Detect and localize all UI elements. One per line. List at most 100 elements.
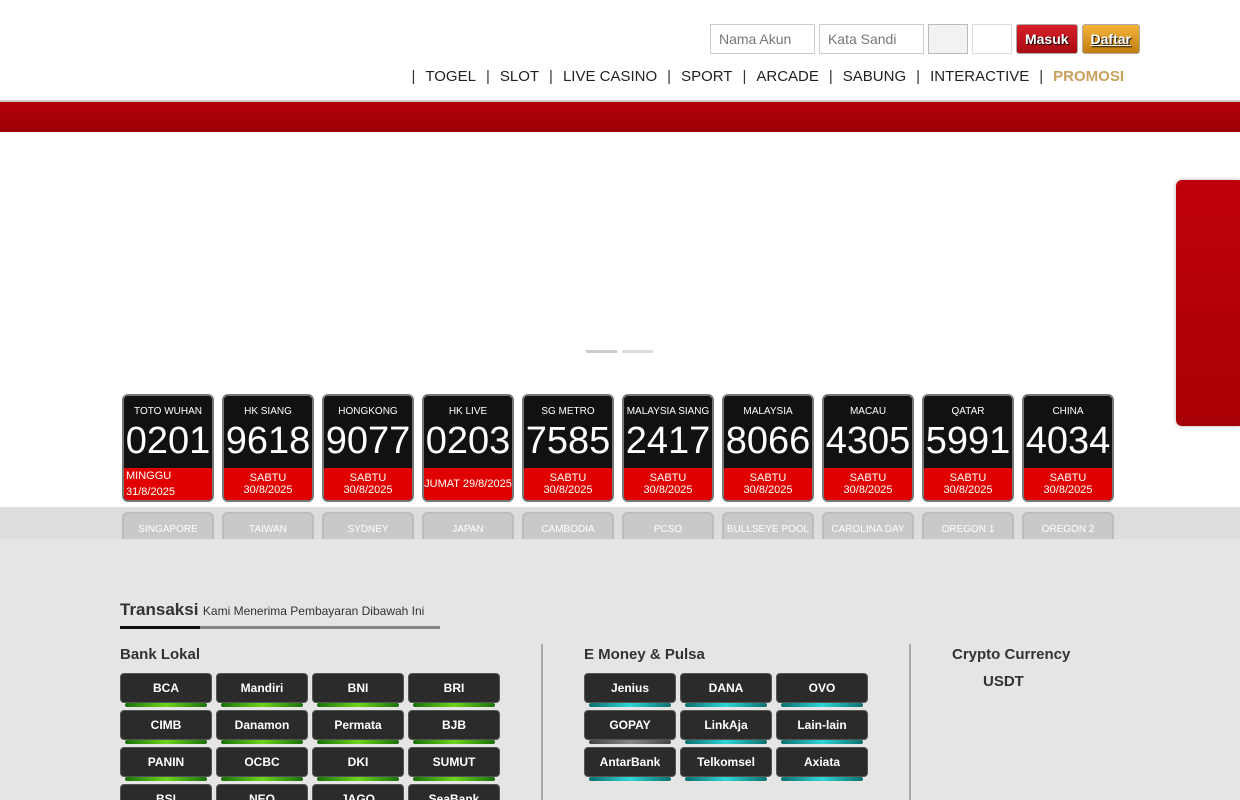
lottery-results-row-2: SINGAPORE TAIWAN SYDNEY JAPAN CAMBODIA P… — [122, 512, 1114, 539]
result-card[interactable]: OREGON 1 — [922, 512, 1014, 539]
bank-item-bsi[interactable]: BSI — [120, 784, 212, 800]
result-card[interactable]: QATAR 5991 SABTU 30/8/2025 — [922, 394, 1014, 502]
site-header: Masuk Daftar | TOGEL | SLOT | LIVE CASIN… — [0, 0, 1240, 102]
result-card[interactable]: SINGAPORE — [122, 512, 214, 539]
result-card[interactable]: HK SIANG 9618 SABTU 30/8/2025 — [222, 394, 314, 502]
result-card[interactable]: TAIWAN — [222, 512, 314, 539]
nav-separator: | — [828, 68, 833, 85]
emoney-item-antarbank[interactable]: AntarBank — [584, 747, 676, 781]
transaction-title: Transaksi — [120, 600, 199, 619]
result-date: SABTU 30/8/2025 — [824, 468, 912, 500]
emoney-item-ovo[interactable]: OVO — [776, 673, 868, 707]
result-card[interactable]: TOTO WUHAN 0201 MINGGU 31/8/2025 — [122, 394, 214, 502]
result-date: SABTU 30/8/2025 — [924, 468, 1012, 500]
emoney-item-telkomsel[interactable]: Telkomsel — [680, 747, 772, 781]
bank-item-jago[interactable]: JAGO — [312, 784, 404, 800]
result-date: SABTU 30/8/2025 — [1024, 468, 1112, 500]
emoney-item-lain-lain[interactable]: Lain-lain — [776, 710, 868, 744]
nav-item-slot[interactable]: SLOT — [500, 68, 539, 85]
result-market: HK SIANG — [244, 406, 292, 417]
result-card[interactable]: MALAYSIA 8066 SABTU 30/8/2025 — [722, 394, 814, 502]
carousel-dot[interactable] — [622, 350, 653, 353]
announcement-strip — [0, 102, 1240, 132]
result-market: OREGON 1 — [941, 524, 995, 535]
captcha-input[interactable] — [971, 24, 1012, 54]
transaction-subtitle: Kami Menerima Pembayaran Dibawah Ini — [202, 604, 425, 618]
bank-item-permata[interactable]: Permata — [312, 710, 404, 744]
result-market: MACAU — [849, 406, 887, 417]
result-card[interactable]: CAMBODIA — [522, 512, 614, 539]
login-bar: Masuk Daftar — [709, 24, 1140, 54]
result-card[interactable]: PCSO — [622, 512, 714, 539]
lottery-results-row: TOTO WUHAN 0201 MINGGU 31/8/2025 HK SIAN… — [122, 394, 1114, 502]
bank-item-bri[interactable]: BRI — [408, 673, 500, 707]
bank-item-panin[interactable]: PANIN — [120, 747, 212, 781]
bank-item-danamon[interactable]: Danamon — [216, 710, 308, 744]
carousel-dots — [586, 350, 653, 353]
emoney-item-axiata[interactable]: Axiata — [776, 747, 868, 781]
bank-item-bjb[interactable]: BJB — [408, 710, 500, 744]
emoney-item-linkaja[interactable]: LinkAja — [680, 710, 772, 744]
result-number: 8066 — [725, 420, 811, 462]
nav-separator: | — [742, 68, 747, 85]
result-market: MALAYSIA — [743, 406, 793, 417]
bank-item-bni[interactable]: BNI — [312, 673, 404, 707]
crypto-section-title: Crypto Currency — [952, 646, 1071, 663]
bank-item-mandiri[interactable]: Mandiri — [216, 673, 308, 707]
result-market: TOTO WUHAN — [134, 406, 202, 417]
nav-item-interactive[interactable]: INTERACTIVE — [930, 68, 1029, 85]
username-input[interactable] — [709, 24, 815, 54]
result-card[interactable]: HK LIVE 0203 JUMAT 29/8/2025 — [422, 394, 514, 502]
bank-item-ocbc[interactable]: OCBC — [216, 747, 308, 781]
result-card[interactable]: CHINA 4034 SABTU 30/8/2025 — [1022, 394, 1114, 502]
heading-underline — [120, 626, 440, 629]
emoney-item-gopay[interactable]: GOPAY — [584, 710, 676, 744]
nav-separator: | — [916, 68, 921, 85]
result-market: SYDNEY — [347, 524, 389, 535]
result-number: 9077 — [325, 420, 411, 462]
result-market: QATAR — [951, 406, 985, 417]
emoney-item-dana[interactable]: DANA — [680, 673, 772, 707]
result-card[interactable]: SYDNEY — [322, 512, 414, 539]
register-button[interactable]: Daftar — [1081, 24, 1140, 54]
password-input[interactable] — [818, 24, 924, 54]
result-card[interactable]: JAPAN — [422, 512, 514, 539]
result-card[interactable]: OREGON 2 — [1022, 512, 1114, 539]
bank-item-sumut[interactable]: SUMUT — [408, 747, 500, 781]
result-card[interactable]: BULLSEYE POOL — [722, 512, 814, 539]
nav-item-sport[interactable]: SPORT — [681, 68, 732, 85]
emoney-section: E Money & Pulsa Jenius DANA OVO GOPAY Li… — [584, 644, 884, 781]
nav-item-promosi[interactable]: PROMOSI — [1053, 68, 1124, 85]
nav-item-togel[interactable]: TOGEL — [425, 68, 476, 85]
bank-item-dki[interactable]: DKI — [312, 747, 404, 781]
result-card[interactable]: HONGKONG 9077 SABTU 30/8/2025 — [322, 394, 414, 502]
result-date: SABTU 30/8/2025 — [224, 468, 312, 500]
result-date: SABTU 30/8/2025 — [724, 468, 812, 500]
bank-item-neo[interactable]: NEO — [216, 784, 308, 800]
result-number: 0203 — [425, 420, 511, 462]
result-market: HONGKONG — [338, 406, 398, 417]
bank-item-bca[interactable]: BCA — [120, 673, 212, 707]
result-card[interactable]: CAROLINA DAY — [822, 512, 914, 539]
result-date: MINGGU 31/8/2025 — [124, 468, 212, 500]
result-number: 9618 — [225, 420, 311, 462]
bank-grid: BCA Mandiri BNI BRI CIMB Danamon Permata… — [120, 673, 530, 800]
bank-item-cimb[interactable]: CIMB — [120, 710, 212, 744]
crypto-item-usdt[interactable]: USDT — [983, 673, 1112, 690]
nav-separator: | — [411, 68, 416, 85]
result-card[interactable]: MACAU 4305 SABTU 30/8/2025 — [822, 394, 914, 502]
bank-section-title: Bank Lokal — [120, 646, 201, 663]
result-card[interactable]: SG METRO 7585 SABTU 30/8/2025 — [522, 394, 614, 502]
emoney-item-jenius[interactable]: Jenius — [584, 673, 676, 707]
bank-item-seabank[interactable]: SeaBank — [408, 784, 500, 800]
nav-item-arcade[interactable]: ARCADE — [756, 68, 819, 85]
result-number: 2417 — [625, 420, 711, 462]
nav-item-live-casino[interactable]: LIVE CASINO — [563, 68, 657, 85]
login-button[interactable]: Masuk — [1015, 24, 1078, 54]
captcha-image[interactable] — [927, 24, 968, 54]
nav-item-sabung[interactable]: SABUNG — [843, 68, 906, 85]
result-card[interactable]: MALAYSIA SIANG 2417 SABTU 30/8/2025 — [622, 394, 714, 502]
result-number: 5991 — [925, 420, 1011, 462]
side-contact-panel[interactable] — [1176, 180, 1240, 426]
carousel-dot[interactable] — [586, 350, 617, 353]
